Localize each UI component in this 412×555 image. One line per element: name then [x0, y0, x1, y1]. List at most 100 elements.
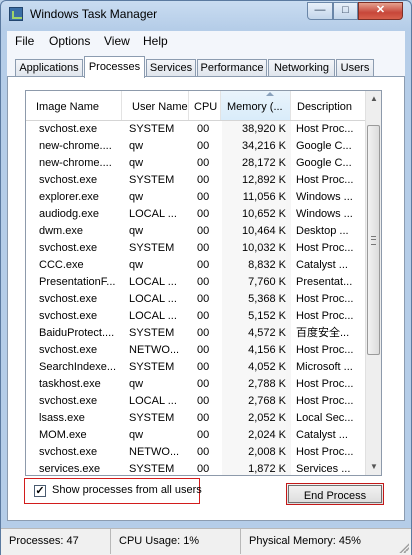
process-cpu: 00 — [197, 157, 210, 169]
process-user: NETWO... — [129, 344, 180, 356]
window-title: Windows Task Manager — [30, 7, 158, 21]
end-process-button[interactable]: End Process — [286, 483, 384, 505]
process-cpu: 00 — [197, 293, 210, 305]
process-name: new-chrome.... — [39, 157, 112, 169]
process-name: MOM.exe — [39, 429, 87, 441]
table-row[interactable]: BaiduProtect.... SYSTEM 00 4,572 K 百度安全... — [26, 325, 365, 342]
table-row[interactable]: explorer.exe qw 00 11,056 K Windows ... — [26, 189, 365, 206]
process-description: Microsoft ... — [296, 361, 353, 373]
process-memory: 34,216 K — [222, 138, 286, 155]
process-description: Host Proc... — [296, 174, 354, 186]
table-row[interactable]: SearchIndexe... SYSTEM 00 4,052 K Microsoft … — [26, 359, 365, 376]
process-user: qw — [129, 378, 144, 390]
show-all-users-highlight: ✓ Show processes from all users — [24, 478, 202, 504]
menu-file[interactable]: File — [15, 34, 34, 48]
minimize-button[interactable]: — — [307, 2, 333, 20]
table-row[interactable]: svchost.exe SYSTEM 00 12,892 K Host Proc... — [26, 172, 365, 189]
table-row[interactable]: svchost.exe LOCAL ... 00 5,368 K Host Proc..… — [26, 291, 365, 308]
scroll-down-arrow-icon[interactable]: ▼ — [366, 459, 381, 475]
process-description: Host Proc... — [296, 293, 354, 305]
close-button[interactable]: ✕ — [358, 2, 403, 20]
table-row[interactable]: new-chrome.... qw 00 28,172 K Google C... — [26, 155, 365, 172]
table-row[interactable]: services.exe SYSTEM 00 1,872 K Services ... — [26, 461, 365, 475]
table-row[interactable]: MOM.exe qw 00 2,024 K Catalyst ... — [26, 427, 365, 444]
process-user: SYSTEM — [129, 123, 175, 135]
column-description[interactable]: Description — [291, 91, 365, 120]
maximize-button[interactable]: □ — [333, 2, 358, 20]
column-image-name[interactable]: Image Name — [26, 91, 122, 120]
column-memory[interactable]: Memory (... — [221, 91, 291, 120]
table-row[interactable]: svchost.exe LOCAL ... 00 2,768 K Host Proc..… — [26, 393, 365, 410]
list-header: Image Name User Name CPU Memory (... Des… — [26, 91, 365, 121]
table-row[interactable]: CCC.exe qw 00 8,832 K Catalyst ... — [26, 257, 365, 274]
task-manager-app-icon — [9, 7, 23, 21]
menu-help[interactable]: Help — [143, 34, 168, 48]
table-row[interactable]: PresentationF... LOCAL ... 00 7,760 K Presen… — [26, 274, 365, 291]
end-process-button-face: End Process — [288, 485, 382, 503]
table-row[interactable]: dwm.exe qw 00 10,464 K Desktop ... — [26, 223, 365, 240]
menu-options[interactable]: Options — [49, 34, 90, 48]
process-user: LOCAL ... — [129, 293, 177, 305]
scroll-up-arrow-icon[interactable]: ▲ — [366, 91, 381, 107]
process-name: svchost.exe — [39, 446, 98, 458]
tab-processes[interactable]: Processes — [84, 56, 145, 78]
process-user: SYSTEM — [129, 242, 175, 254]
process-name: svchost.exe — [39, 344, 98, 356]
process-description: 百度安全... — [296, 327, 350, 339]
process-memory: 7,760 K — [222, 274, 286, 291]
show-all-users-label[interactable]: Show processes from all users — [52, 484, 202, 496]
tab-networking[interactable]: Networking — [268, 59, 335, 77]
process-user: SYSTEM — [129, 361, 175, 373]
process-memory: 2,024 K — [222, 427, 286, 444]
process-cpu: 00 — [197, 395, 210, 407]
status-physical-memory: Physical Memory: 45% — [249, 535, 361, 547]
tab-applications[interactable]: Applications — [15, 59, 83, 77]
column-cpu[interactable]: CPU — [189, 91, 221, 120]
process-user: LOCAL ... — [129, 208, 177, 220]
process-cpu: 00 — [197, 344, 210, 356]
process-memory: 11,056 K — [222, 189, 286, 206]
vertical-scrollbar[interactable]: ▲ ▼ — [365, 91, 381, 475]
process-memory: 12,892 K — [222, 172, 286, 189]
resize-grip-icon[interactable] — [399, 543, 409, 553]
process-name: CCC.exe — [39, 259, 84, 271]
process-cpu: 00 — [197, 310, 210, 322]
process-description: Google C... — [296, 140, 352, 152]
title-bar[interactable]: Windows Task Manager — □ ✕ — [1, 1, 411, 29]
process-user: qw — [129, 259, 144, 271]
process-list[interactable]: Image Name User Name CPU Memory (... Des… — [25, 90, 382, 476]
table-row[interactable]: svchost.exe SYSTEM 00 38,920 K Host Proc... — [26, 121, 365, 138]
menu-view[interactable]: View — [104, 34, 130, 48]
column-user-name[interactable]: User Name — [122, 91, 189, 120]
process-user: LOCAL ... — [129, 310, 177, 322]
tab-performance[interactable]: Performance — [197, 59, 267, 77]
table-row[interactable]: lsass.exe SYSTEM 00 2,052 K Local Sec... — [26, 410, 365, 427]
table-row[interactable]: svchost.exe NETWO... 00 2,008 K Host Proc... — [26, 444, 365, 461]
process-memory: 2,788 K — [222, 376, 286, 393]
process-user: NETWO... — [129, 446, 180, 458]
table-row[interactable]: taskhost.exe qw 00 2,788 K Host Proc... — [26, 376, 365, 393]
process-description: Desktop ... — [296, 225, 349, 237]
process-name: taskhost.exe — [39, 378, 101, 390]
process-user: LOCAL ... — [129, 395, 177, 407]
table-row[interactable]: svchost.exe NETWO... 00 4,156 K Host Proc... — [26, 342, 365, 359]
tab-services[interactable]: Services — [146, 59, 196, 77]
process-name: new-chrome.... — [39, 140, 112, 152]
process-cpu: 00 — [197, 463, 210, 475]
table-row[interactable]: new-chrome.... qw 00 34,216 K Google C... — [26, 138, 365, 155]
process-cpu: 00 — [197, 208, 210, 220]
process-description: Presentat... — [296, 276, 353, 288]
show-all-users-checkbox[interactable]: ✓ — [34, 485, 46, 497]
table-row[interactable]: audiodg.exe LOCAL ... 00 10,652 K Windows ..… — [26, 206, 365, 223]
status-processes: Processes: 47 — [1, 529, 111, 554]
scroll-thumb[interactable] — [367, 125, 380, 355]
process-memory: 10,032 K — [222, 240, 286, 257]
process-description: Services ... — [296, 463, 351, 475]
scroll-grip-icon — [371, 236, 376, 245]
tab-users[interactable]: Users — [336, 59, 374, 77]
process-memory: 5,152 K — [222, 308, 286, 325]
table-row[interactable]: svchost.exe LOCAL ... 00 5,152 K Host Proc..… — [26, 308, 365, 325]
table-row[interactable]: svchost.exe SYSTEM 00 10,032 K Host Proc... — [26, 240, 365, 257]
process-user: SYSTEM — [129, 463, 175, 475]
process-description: Host Proc... — [296, 123, 354, 135]
